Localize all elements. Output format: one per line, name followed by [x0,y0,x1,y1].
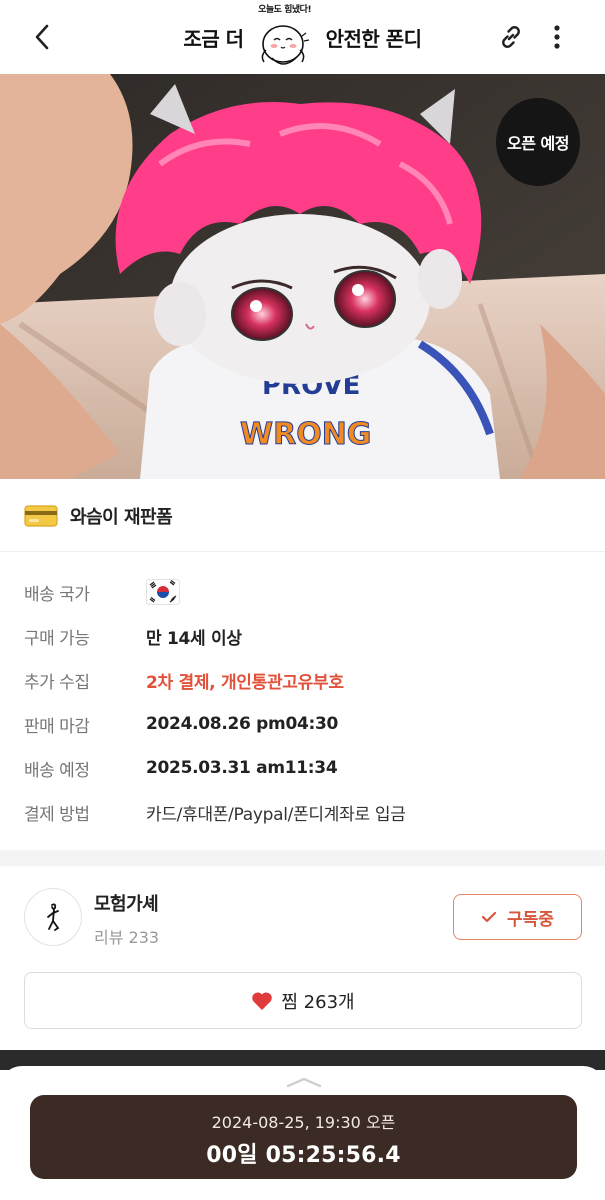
title-right: 안전한 폰디 [325,26,422,51]
chevron-up-icon [286,1077,322,1088]
sheet-expand-handle[interactable] [284,1074,324,1088]
info-value: 만 14세 이상 [146,628,242,649]
credit-card-icon [24,504,58,527]
seller-name[interactable]: 모험가셰 [94,890,159,916]
seller-avatar[interactable] [24,888,82,946]
korea-flag-icon [146,579,180,605]
link-icon [502,26,520,48]
product-info-section: 배송 국가 구매 가능 만 14세 이상 추가 수집 2차 결제, 개인통관고유… [0,553,605,850]
info-row-payment-method: 결제 방법 카드/휴대폰/Paypal/폰디계좌로 입금 [24,797,584,827]
info-value: 2024.08.26 pm04:30 [146,714,339,734]
info-label: 판매 마감 [24,716,90,737]
info-label: 배송 국가 [24,584,90,605]
seller-section: 모험가셰 리뷰 233 구독중 찜 263개 [0,866,605,1056]
open-status-badge: 오픈 예정 [496,98,580,186]
subscribe-label: 구독중 [507,909,554,930]
info-label: 구매 가능 [24,628,90,649]
svg-text:WRONG: WRONG [240,417,371,452]
info-label: 배송 예정 [24,760,90,781]
product-title-row: 와슴이 재판폼 [0,480,605,552]
mascot-logo: 오늘도 힘냈다! [250,0,320,74]
seller-review-count[interactable]: 리뷰 233 [94,924,159,948]
info-value: 2025.03.31 am11:34 [146,758,338,778]
share-link-button[interactable] [494,20,528,54]
check-icon [481,911,497,923]
bottom-sheet: 2024-08-25, 19:30 오픈 00일 05:25:56.4 [0,1066,605,1200]
info-label: 결제 방법 [24,804,90,825]
info-row-sales-deadline: 판매 마감 2024.08.26 pm04:30 [24,709,584,739]
product-image[interactable]: PROVE WRONG 오픈 예정 [0,74,605,479]
product-name: 와슴이 재판폼 [70,506,173,528]
mascot-icon [261,25,309,65]
subscribe-button[interactable]: 구독중 [453,894,582,940]
countdown-timer: 00일 05:25:56.4 [206,1143,401,1168]
info-row-age: 구매 가능 만 14세 이상 [24,621,584,651]
heart-icon [252,991,273,1010]
open-datetime: 2024-08-25, 19:30 오픈 [211,1113,396,1132]
title-left: 조금 더 [183,26,244,51]
info-value: 카드/휴대폰/Paypal/폰디계좌로 입금 [146,804,406,825]
wishlist-count-label: 찜 263개 [281,991,355,1013]
more-vertical-icon [554,25,560,49]
stick-figure-icon [47,903,60,931]
info-row-extra-collection: 추가 수집 2차 결제, 개인통관고유부호 [24,665,584,695]
section-divider [0,850,605,866]
info-row-shipping-country: 배송 국가 [24,577,584,607]
info-row-delivery-date: 배송 예정 2025.03.31 am11:34 [24,753,584,783]
info-label: 추가 수집 [24,672,90,693]
open-countdown-banner: 2024-08-25, 19:30 오픈 00일 05:25:56.4 [30,1095,577,1179]
top-app-bar: 조금 더 오늘도 힘냈다! 안전한 폰디 [0,0,605,74]
more-options-button[interactable] [542,20,572,54]
info-value: 2차 결제, 개인통관고유부호 [146,672,344,693]
wishlist-button[interactable]: 찜 263개 [24,972,582,1029]
